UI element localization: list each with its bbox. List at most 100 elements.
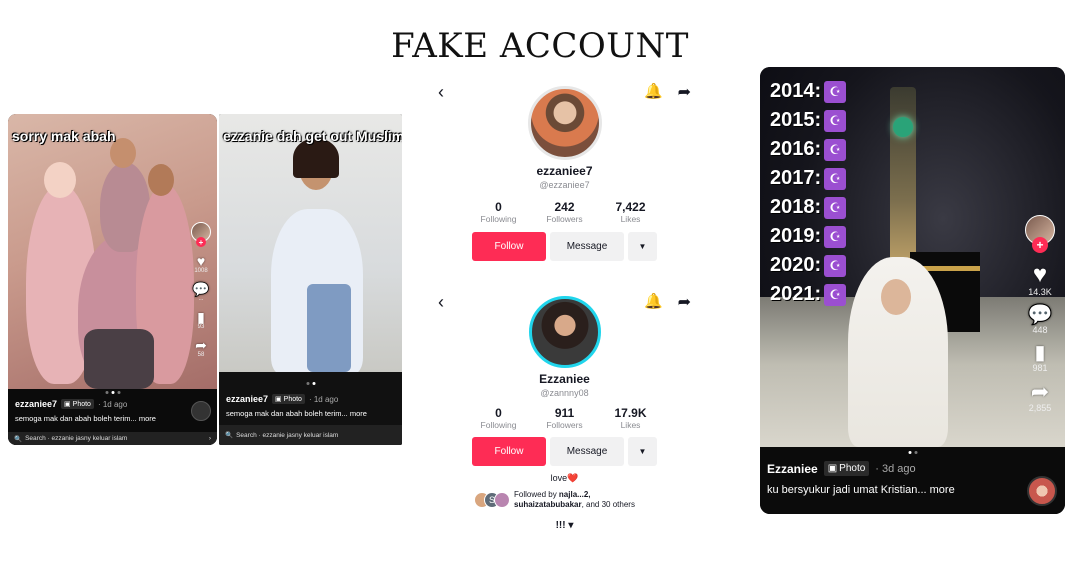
post-username[interactable]: ezzaniee7 — [15, 399, 57, 409]
bell-icon[interactable]: 🔔 — [644, 82, 663, 100]
bookmark-icon[interactable]: ▮ — [1034, 343, 1045, 363]
star-crescent-icon: ☪ — [824, 138, 847, 161]
year-row: 2016: ☪ — [770, 135, 847, 164]
profile-handle: @ezzaniee7 — [539, 180, 590, 190]
share-icon[interactable]: ➦ — [678, 292, 691, 312]
share-icon[interactable]: ➦ — [1031, 381, 1049, 403]
post-description[interactable]: ku bersyukur jadi umat Kristian... more — [767, 484, 1058, 496]
search-icon: 🔍 — [225, 432, 234, 439]
star-crescent-icon: ☪ — [824, 167, 847, 190]
bio-expand[interactable]: !!! ▾ — [432, 520, 697, 531]
follow-plus-icon[interactable]: + — [1032, 237, 1048, 253]
post-overlay-text: ezzanie dah get out Muslim — [223, 128, 402, 144]
mutual-avatar — [494, 492, 510, 508]
profile-avatar[interactable] — [528, 296, 601, 368]
year-row: 2018: ☪ — [770, 193, 847, 222]
post-username[interactable]: ezzaniee7 — [226, 394, 268, 404]
page-title: FAKE ACCOUNT — [391, 26, 689, 66]
profile-name: ezzaniee7 — [536, 164, 593, 178]
profile-stats: 0 Following 911 Followers 17.9K Likes — [432, 406, 697, 430]
profile-ezzaniee: ‹ 🔔 ➦ Ezzaniee @zannny08 0 Following 911 F… — [432, 292, 697, 537]
photo-badge: ▣ Photo — [61, 399, 94, 409]
stat-following[interactable]: 0 Following — [466, 406, 532, 430]
profile-bio: love❤️ — [550, 473, 579, 483]
photo-icon: ▣ — [64, 401, 71, 408]
photo-badge: ▣ Photo — [823, 461, 870, 476]
year-row: 2021: ☪ — [770, 280, 847, 309]
likes-count: 14.3K — [1028, 287, 1052, 297]
action-rail: + ♥ 1008 💬 ... ▮ 93 ➦ 58 — [191, 222, 211, 366]
carousel-dots — [908, 451, 917, 454]
bookmark-icon[interactable]: ▮ — [197, 310, 205, 324]
stat-followers[interactable]: 242 Followers — [532, 200, 598, 224]
comment-icon[interactable]: 💬 — [1028, 305, 1053, 325]
photo-icon: ▣ — [827, 463, 838, 474]
action-rail: + ♥ 14.3K 💬 448 ▮ 981 ➦ 2,855 — [1025, 215, 1055, 421]
post-description[interactable]: semoga mak dan abah boleh terim... more — [226, 409, 395, 418]
photo-badge: ▣ Photo — [272, 394, 305, 404]
profile-avatar[interactable] — [527, 86, 602, 160]
star-crescent-icon: ☪ — [824, 254, 847, 277]
dropdown-caret-icon[interactable]: ▼ — [628, 232, 657, 261]
year-row: 2015: ☪ — [770, 106, 847, 135]
comment-icon[interactable]: 💬 — [192, 282, 209, 296]
followed-by-text: Followed by najla...2, suhaizatabubakar,… — [514, 490, 635, 509]
year-row: 2014: ☪ — [770, 77, 847, 106]
stat-likes[interactable]: 17.9K Likes — [598, 406, 664, 430]
creator-avatar[interactable]: + — [1025, 215, 1055, 253]
stat-following[interactable]: 0 Following — [466, 200, 532, 224]
post-description[interactable]: semoga mak dan abah boleh terim... more — [15, 414, 210, 423]
stat-likes[interactable]: 7,422 Likes — [598, 200, 664, 224]
comments-count: 448 — [1032, 325, 1048, 335]
share-icon[interactable]: ➦ — [195, 338, 207, 352]
heart-icon[interactable]: ♥ — [197, 254, 205, 268]
back-arrow-icon[interactable]: ‹ — [438, 292, 444, 313]
star-crescent-icon: ☪ — [824, 80, 847, 103]
star-crescent-icon: ☪ — [824, 225, 847, 248]
dropdown-caret-icon[interactable]: ▼ — [628, 437, 657, 466]
carousel-dots — [306, 382, 315, 385]
shares-count: 2,855 — [1028, 403, 1052, 413]
year-row: 2017: ☪ — [770, 164, 847, 193]
post-time: · 3d ago — [875, 462, 916, 475]
profile-ezzaniee7: ‹ 🔔 ➦ ezzaniee7 @ezzaniee7 0 Following 24… — [432, 82, 697, 272]
post-card-mecca[interactable]: 2014: ☪ 2015: ☪ 2016: ☪ 2017: ☪ 2018: ☪ 2019:… — [760, 67, 1065, 514]
carousel-dots — [105, 391, 120, 394]
caption-area: Ezzaniee ▣ Photo · 3d ago ku bersyukur ja… — [760, 447, 1065, 514]
profile-stats: 0 Following 242 Followers 7,422 Likes — [432, 200, 697, 224]
post-card-get-out[interactable]: ezzanie dah get out Muslim ezzaniee7 ▣ Ph… — [219, 114, 402, 445]
year-row: 2019: ☪ — [770, 222, 847, 251]
photo-icon: ▣ — [275, 396, 282, 403]
music-disc-icon[interactable] — [191, 401, 211, 421]
post-username[interactable]: Ezzaniee — [767, 462, 818, 476]
post-photo-family — [8, 114, 217, 389]
creator-avatar[interactable]: + — [191, 222, 211, 247]
stat-followers[interactable]: 911 Followers — [532, 406, 598, 430]
post-overlay-text: sorry mak abah — [12, 128, 116, 144]
shares-count: 58 — [197, 352, 205, 358]
follow-plus-icon[interactable]: + — [196, 237, 206, 247]
comments-count: ... — [198, 296, 204, 302]
follow-button[interactable]: Follow — [472, 437, 546, 466]
related-search-bar[interactable]: 🔍 Search · ezzanie jasny keluar islam — [219, 425, 402, 445]
music-disc-icon[interactable] — [1027, 476, 1057, 506]
profile-name: Ezzaniee — [539, 372, 590, 386]
message-button[interactable]: Message — [550, 232, 624, 261]
heart-icon[interactable]: ♥ — [1033, 263, 1047, 287]
caption-area: ezzaniee7 ▣ Photo · 1d ago semoga mak dan… — [8, 389, 217, 445]
year-row: 2020: ☪ — [770, 251, 847, 280]
related-search-bar[interactable]: 🔍 Search · ezzanie jasny keluar islam › — [8, 432, 217, 445]
back-arrow-icon[interactable]: ‹ — [438, 82, 444, 103]
saves-count: 93 — [197, 324, 205, 330]
profile-handle: @zannny08 — [540, 388, 589, 398]
post-card-sorry[interactable]: sorry mak abah + ♥ 1008 💬 ... ▮ 93 ➦ 58 … — [8, 114, 217, 445]
share-icon[interactable]: ➦ — [678, 82, 691, 102]
chevron-right-icon: › — [208, 435, 211, 442]
search-icon: 🔍 — [14, 435, 23, 443]
message-button[interactable]: Message — [550, 437, 624, 466]
follow-button[interactable]: Follow — [472, 232, 546, 261]
followed-by[interactable]: S Followed by najla...2, suhaizatabubaka… — [474, 490, 635, 510]
caption-area: ezzaniee7 ▣ Photo · 1d ago semoga mak dan… — [219, 372, 402, 445]
post-photo-woman — [219, 114, 402, 374]
bell-icon[interactable]: 🔔 — [644, 292, 663, 310]
